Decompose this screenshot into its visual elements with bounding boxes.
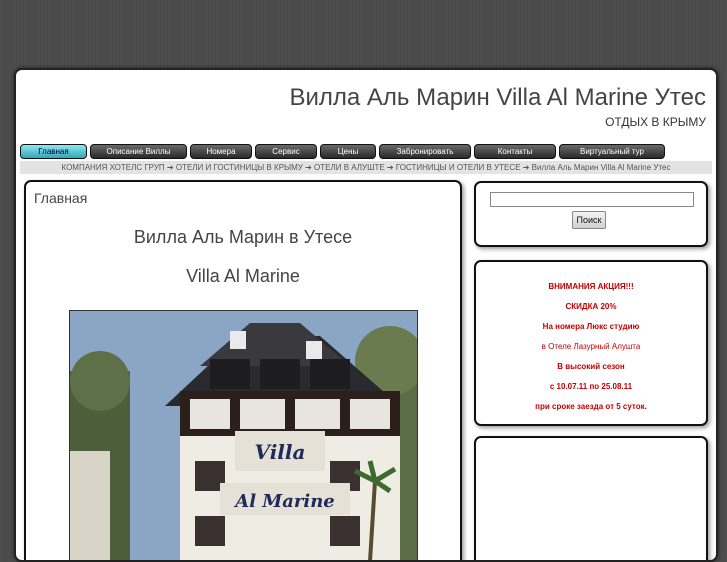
nav-item-contacts[interactable]: Контакты xyxy=(474,144,556,159)
nav-item-virtual-tour[interactable]: Виртуальный тур xyxy=(559,144,665,159)
main-content-box: Главная Вилла Аль Марин в Утесе Villa Al… xyxy=(24,180,462,560)
breadcrumb-link-company[interactable]: КОМПАНИЯ ХОТЕЛС ГРУП xyxy=(62,163,165,172)
nav-item-rooms[interactable]: Номера xyxy=(190,144,252,159)
breadcrumb-separator-arrow-icon: ➔ xyxy=(386,163,394,172)
site-slogan: ОТДЫХ В КРЫМУ xyxy=(605,115,706,129)
promo-line-dates: с 10.07.11 по 25.08.11 xyxy=(549,382,633,391)
breadcrumb-separator-arrow-icon: ➔ xyxy=(166,163,174,172)
breadcrumb-current: Вилла Аль Марин Villa Al Marine Утес xyxy=(531,163,671,172)
breadcrumb-link-crimea-hotels[interactable]: ОТЕЛИ И ГОСТИНИЦЫ В КРЫМУ xyxy=(176,163,303,172)
breadcrumb-link-alushta-hotels[interactable]: ОТЕЛИ В АЛУШТЕ xyxy=(314,163,385,172)
villa-photo-drawing: Villa Al Marine xyxy=(70,311,417,560)
nav-item-home[interactable]: Главная xyxy=(20,144,87,159)
promo-line-rooms: На номера Люкс студию xyxy=(542,322,640,331)
promo-line-title: ВНИМАНИЯ АКЦИЯ!!! xyxy=(548,282,634,291)
villa-photo: Villa Al Marine xyxy=(69,310,418,560)
search-box: Поиск xyxy=(474,181,708,247)
page-container: Вилла Аль Марин Villa Al Marine Утес ОТД… xyxy=(14,68,718,562)
article-heading: Главная xyxy=(34,190,88,206)
breadcrumb-separator-arrow-icon: ➔ xyxy=(522,163,530,172)
nav-item-villa-description[interactable]: Описание Виллы xyxy=(90,144,187,159)
nav-item-booking[interactable]: Забронировать xyxy=(379,144,471,159)
promo-line-discount: СКИДКА 20% xyxy=(565,302,617,311)
promo-line-season: В высокий сезон xyxy=(557,362,625,371)
breadcrumb: КОМПАНИЯ ХОТЕЛС ГРУП ➔ ОТЕЛИ И ГОСТИНИЦЫ… xyxy=(20,161,712,174)
promo-line-stay: при сроке заезда от 5 суток. xyxy=(535,402,647,411)
article-title-ru: Вилла Аль Марин в Утесе xyxy=(133,227,353,247)
nav-item-service[interactable]: Сервис xyxy=(255,144,317,159)
article-title-en: Villa Al Marine xyxy=(186,266,300,286)
site-title: Вилла Аль Марин Villa Al Marine Утес xyxy=(289,84,706,111)
search-button[interactable]: Поиск xyxy=(572,211,606,229)
breadcrumb-link-utes-hotels[interactable]: ГОСТИНИЦЫ И ОТЕЛИ В УТЕСЕ xyxy=(396,163,521,172)
sidebar-box-empty xyxy=(474,436,708,560)
promo-line-hotel: в Отеле Лазурный Алушта xyxy=(541,342,641,351)
al-marine-sign-text: Al Marine xyxy=(233,491,335,512)
main-nav: Главная Описание Виллы Номера Сервис Цен… xyxy=(20,144,712,159)
nav-item-prices[interactable]: Цены xyxy=(320,144,376,159)
breadcrumb-separator-arrow-icon: ➔ xyxy=(305,163,312,172)
villa-sign-text: Villa xyxy=(255,440,306,464)
promo-box: ВНИМАНИЯ АКЦИЯ!!! СКИДКА 20% На номера Л… xyxy=(474,260,708,426)
search-input[interactable] xyxy=(490,192,694,207)
